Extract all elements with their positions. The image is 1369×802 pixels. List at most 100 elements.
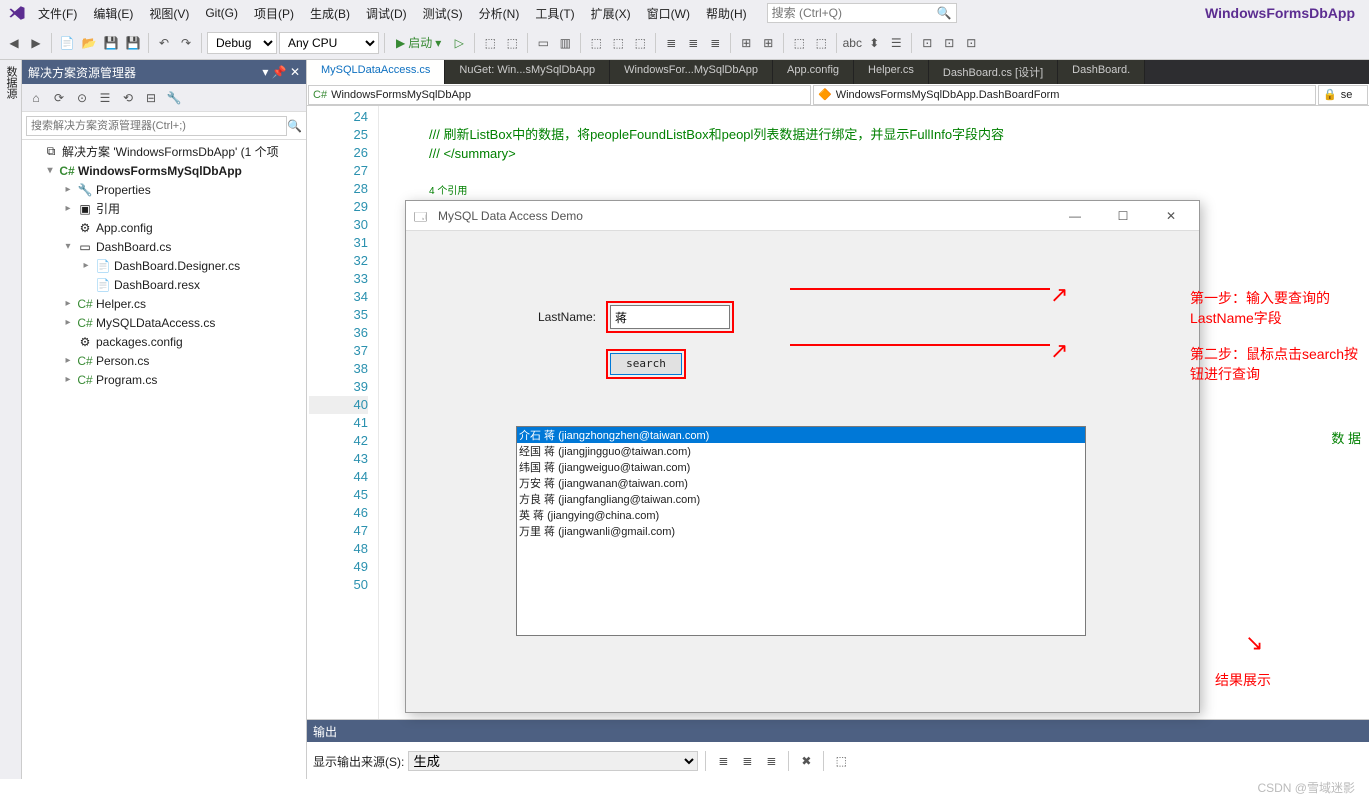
- align-right-icon[interactable]: ⬚: [630, 32, 650, 54]
- output-src-select[interactable]: 生成: [408, 751, 698, 771]
- list-item[interactable]: 英 蒋 (jiangying@china.com): [517, 507, 1085, 523]
- tree-person[interactable]: Person.cs: [96, 354, 149, 368]
- refresh-icon[interactable]: ⟲: [118, 87, 138, 109]
- new-item-button[interactable]: 📄: [57, 32, 77, 54]
- lastname-input[interactable]: [610, 305, 730, 329]
- props-icon[interactable]: 🔧: [164, 87, 184, 109]
- tab-nuget[interactable]: NuGet: Win...sMySqlDbApp: [445, 60, 610, 84]
- menu-git[interactable]: Git(G): [197, 2, 246, 24]
- tb-icon-13[interactable]: ⬍: [864, 32, 884, 54]
- tree-helper[interactable]: Helper.cs: [96, 297, 146, 311]
- scope-icon[interactable]: ⊙: [72, 87, 92, 109]
- out-icon-1[interactable]: ≣: [713, 750, 733, 772]
- crumb-lock[interactable]: 🔒se: [1318, 85, 1368, 105]
- sync-icon[interactable]: ⟳: [49, 87, 69, 109]
- search-button[interactable]: search: [610, 353, 682, 375]
- menu-build[interactable]: 生成(B): [302, 1, 358, 26]
- tree-packages[interactable]: packages.config: [96, 335, 183, 349]
- project-node[interactable]: WindowsFormsMySqlDbApp: [78, 164, 242, 178]
- out-icon-3[interactable]: ≣: [761, 750, 781, 772]
- save-button[interactable]: 💾: [101, 32, 121, 54]
- tb-icon-16[interactable]: ⊡: [939, 32, 959, 54]
- tree-program[interactable]: Program.cs: [96, 373, 157, 387]
- menu-analyze[interactable]: 分析(N): [471, 1, 528, 26]
- tree-dashboard[interactable]: DashBoard.cs: [96, 240, 171, 254]
- menu-view[interactable]: 视图(V): [141, 1, 197, 26]
- nav-fwd-button[interactable]: ▶: [26, 32, 46, 54]
- menu-edit[interactable]: 编辑(E): [85, 1, 141, 26]
- start-no-debug-button[interactable]: ▷: [449, 32, 469, 54]
- list-item[interactable]: 经国 蒋 (jiangjingguo@taiwan.com): [517, 443, 1085, 459]
- tab-winforms[interactable]: WindowsFor...MySqlDbApp: [610, 60, 773, 84]
- platform-select[interactable]: Any CPU: [279, 32, 379, 54]
- menu-extensions[interactable]: 扩展(X): [583, 1, 639, 26]
- align-center-icon[interactable]: ⬚: [608, 32, 628, 54]
- undo-button[interactable]: ↶: [154, 32, 174, 54]
- home-icon[interactable]: ⌂: [26, 87, 46, 109]
- tb-icon-12[interactable]: abc: [842, 32, 862, 54]
- nav-back-button[interactable]: ◀: [4, 32, 24, 54]
- tb-icon-14[interactable]: ☰: [886, 32, 906, 54]
- tb-icon-5[interactable]: ≣: [661, 32, 681, 54]
- save-all-button[interactable]: 💾: [123, 32, 143, 54]
- list-item[interactable]: 介石 蒋 (jiangzhongzhen@taiwan.com): [517, 427, 1085, 443]
- tab-appconfig[interactable]: App.config: [773, 60, 854, 84]
- out-clear-icon[interactable]: ✖: [796, 750, 816, 772]
- solution-search-input[interactable]: [26, 116, 287, 136]
- tab-helper[interactable]: Helper.cs: [854, 60, 929, 84]
- maximize-button[interactable]: ☐: [1103, 209, 1143, 223]
- tab-dashboard[interactable]: DashBoard.: [1058, 60, 1145, 84]
- collapse-icon[interactable]: ⊟: [141, 87, 161, 109]
- align-left-icon[interactable]: ⬚: [586, 32, 606, 54]
- menu-help[interactable]: 帮助(H): [698, 1, 755, 26]
- solution-tree[interactable]: ⧉解决方案 'WindowsFormsDbApp' (1 个项 ▾C#Windo…: [22, 140, 306, 779]
- tb-icon-3[interactable]: ▭: [533, 32, 553, 54]
- show-all-icon[interactable]: ☰: [95, 87, 115, 109]
- menu-project[interactable]: 项目(P): [246, 1, 302, 26]
- list-item[interactable]: 万里 蒋 (jiangwanli@gmail.com): [517, 523, 1085, 539]
- tab-dashboard-design[interactable]: DashBoard.cs [设计]: [929, 60, 1058, 84]
- close-button[interactable]: ✕: [1151, 209, 1191, 223]
- tb-icon-2[interactable]: ⬚: [502, 32, 522, 54]
- minimize-button[interactable]: —: [1055, 209, 1095, 223]
- menu-window[interactable]: 窗口(W): [639, 1, 698, 26]
- tree-references[interactable]: 引用: [96, 200, 120, 217]
- tree-properties[interactable]: Properties: [96, 183, 151, 197]
- tree-dashboard-designer[interactable]: DashBoard.Designer.cs: [114, 259, 240, 273]
- tb-icon-8[interactable]: ⊞: [736, 32, 756, 54]
- tb-icon-9[interactable]: ⊞: [758, 32, 778, 54]
- tb-icon-4[interactable]: ▥: [555, 32, 575, 54]
- list-item[interactable]: 万安 蒋 (jiangwanan@taiwan.com): [517, 475, 1085, 491]
- left-tool-tab[interactable]: 数据源: [0, 60, 22, 779]
- config-select[interactable]: Debug: [207, 32, 277, 54]
- crumb-class[interactable]: 🔶WindowsFormsMySqlDbApp.DashBoardForm: [813, 85, 1316, 105]
- tb-icon-10[interactable]: ⬚: [789, 32, 809, 54]
- tab-mysqlda[interactable]: MySQLDataAccess.cs: [307, 60, 445, 84]
- tree-mysqlda[interactable]: MySQLDataAccess.cs: [96, 316, 215, 330]
- tb-icon-7[interactable]: ≣: [705, 32, 725, 54]
- results-listbox[interactable]: 介石 蒋 (jiangzhongzhen@taiwan.com)经国 蒋 (ji…: [516, 426, 1086, 636]
- list-item[interactable]: 纬国 蒋 (jiangweiguo@taiwan.com): [517, 459, 1085, 475]
- out-icon-2[interactable]: ≣: [737, 750, 757, 772]
- open-button[interactable]: 📂: [79, 32, 99, 54]
- menu-debug[interactable]: 调试(D): [358, 1, 415, 26]
- quick-search[interactable]: 🔍: [767, 3, 957, 23]
- solution-node[interactable]: 解决方案 'WindowsFormsDbApp' (1 个项: [62, 143, 279, 160]
- tb-icon-15[interactable]: ⊡: [917, 32, 937, 54]
- menu-test[interactable]: 测试(S): [415, 1, 471, 26]
- out-wrap-icon[interactable]: ⬚: [831, 750, 851, 772]
- start-debug-button[interactable]: ▶ 启动 ▾: [390, 34, 447, 51]
- tree-dashboard-resx[interactable]: DashBoard.resx: [114, 278, 200, 292]
- quick-search-input[interactable]: [772, 6, 922, 20]
- menu-file[interactable]: 文件(F): [30, 1, 85, 26]
- tb-icon-6[interactable]: ≣: [683, 32, 703, 54]
- menu-tools[interactable]: 工具(T): [527, 1, 582, 26]
- tb-icon-17[interactable]: ⊡: [961, 32, 981, 54]
- tb-icon-11[interactable]: ⬚: [811, 32, 831, 54]
- redo-button[interactable]: ↷: [176, 32, 196, 54]
- search-icon[interactable]: 🔍: [287, 119, 302, 133]
- tree-appconfig[interactable]: App.config: [96, 221, 153, 235]
- tb-icon-1[interactable]: ⬚: [480, 32, 500, 54]
- crumb-project[interactable]: C#WindowsFormsMySqlDbApp: [308, 85, 811, 105]
- pin-icon[interactable]: ▾ 📌 ✕: [262, 65, 300, 79]
